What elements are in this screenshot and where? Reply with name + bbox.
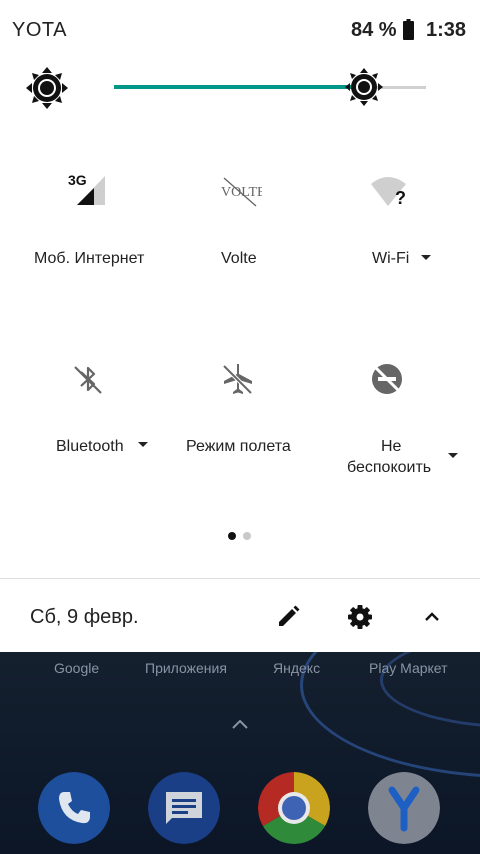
bluetooth-dropdown-icon[interactable] [138, 442, 148, 447]
tile-do-not-disturb[interactable]: Не беспокоить [320, 350, 480, 490]
yandex-browser-icon[interactable] [368, 772, 440, 844]
tile-label: Bluetooth [56, 438, 124, 455]
dnd-dropdown-icon[interactable] [448, 453, 458, 458]
brightness-icon [26, 67, 68, 109]
clock: 1:38 [426, 19, 467, 41]
svg-text:?: ? [395, 188, 406, 208]
tile-label: Режим полета [186, 438, 291, 455]
airplane-mode-off-icon [222, 364, 253, 395]
divider [0, 578, 480, 579]
tile-label: Моб. Интернет [34, 250, 145, 267]
messages-icon[interactable] [148, 772, 220, 844]
tile-label: Wi-Fi [372, 250, 410, 267]
wifi-unknown-icon: ? [371, 177, 406, 208]
battery-icon [403, 19, 414, 40]
bluetooth-off-icon [74, 366, 102, 394]
tile-bluetooth[interactable]: Bluetooth [9, 350, 169, 490]
home-label-google[interactable]: Google [54, 660, 99, 676]
tile-label: Не [381, 438, 402, 455]
tile-label: Volte [221, 250, 257, 267]
phone-icon[interactable] [38, 772, 110, 844]
tile-wifi[interactable]: ? Wi-Fi [320, 160, 480, 280]
wifi-dropdown-icon[interactable] [421, 255, 431, 260]
home-screen: Google Приложения Яндекс Play Маркет [0, 652, 480, 854]
brightness-thumb-icon[interactable] [344, 68, 383, 106]
do-not-disturb-off-icon [372, 364, 402, 394]
home-label-apps[interactable]: Приложения [145, 660, 227, 676]
tile-volte[interactable]: VOLTE Volte [160, 160, 320, 280]
brightness-slider[interactable] [114, 68, 426, 108]
battery-percent: 84 % [351, 19, 397, 41]
gear-icon[interactable] [346, 603, 374, 631]
tile-airplane-mode[interactable]: Режим полета [160, 350, 320, 490]
carrier-name: YOTA [12, 19, 67, 41]
home-label-play-market[interactable]: Play Маркет [369, 660, 448, 676]
date-label: Сб, 9 февр. [30, 606, 139, 628]
chrome-icon[interactable] [258, 772, 330, 844]
svg-text:3G: 3G [68, 172, 87, 188]
app-drawer-arrow-icon[interactable] [228, 716, 252, 732]
tile-mobile-data[interactable]: 3G Моб. Интернет [9, 160, 169, 280]
status-bar: YOTA 84 % 1:38 [0, 0, 480, 60]
mobile-data-3g-icon: 3G [68, 172, 105, 205]
tile-label: беспокоить [347, 459, 432, 476]
home-label-yandex[interactable]: Яндекс [273, 660, 320, 676]
volte-off-icon: VOLTE [221, 177, 262, 207]
edit-icon[interactable] [274, 603, 302, 631]
chevron-up-icon[interactable] [418, 603, 446, 631]
page-dot-active [228, 532, 236, 540]
page-dot [243, 532, 251, 540]
slider-fill [114, 85, 364, 89]
